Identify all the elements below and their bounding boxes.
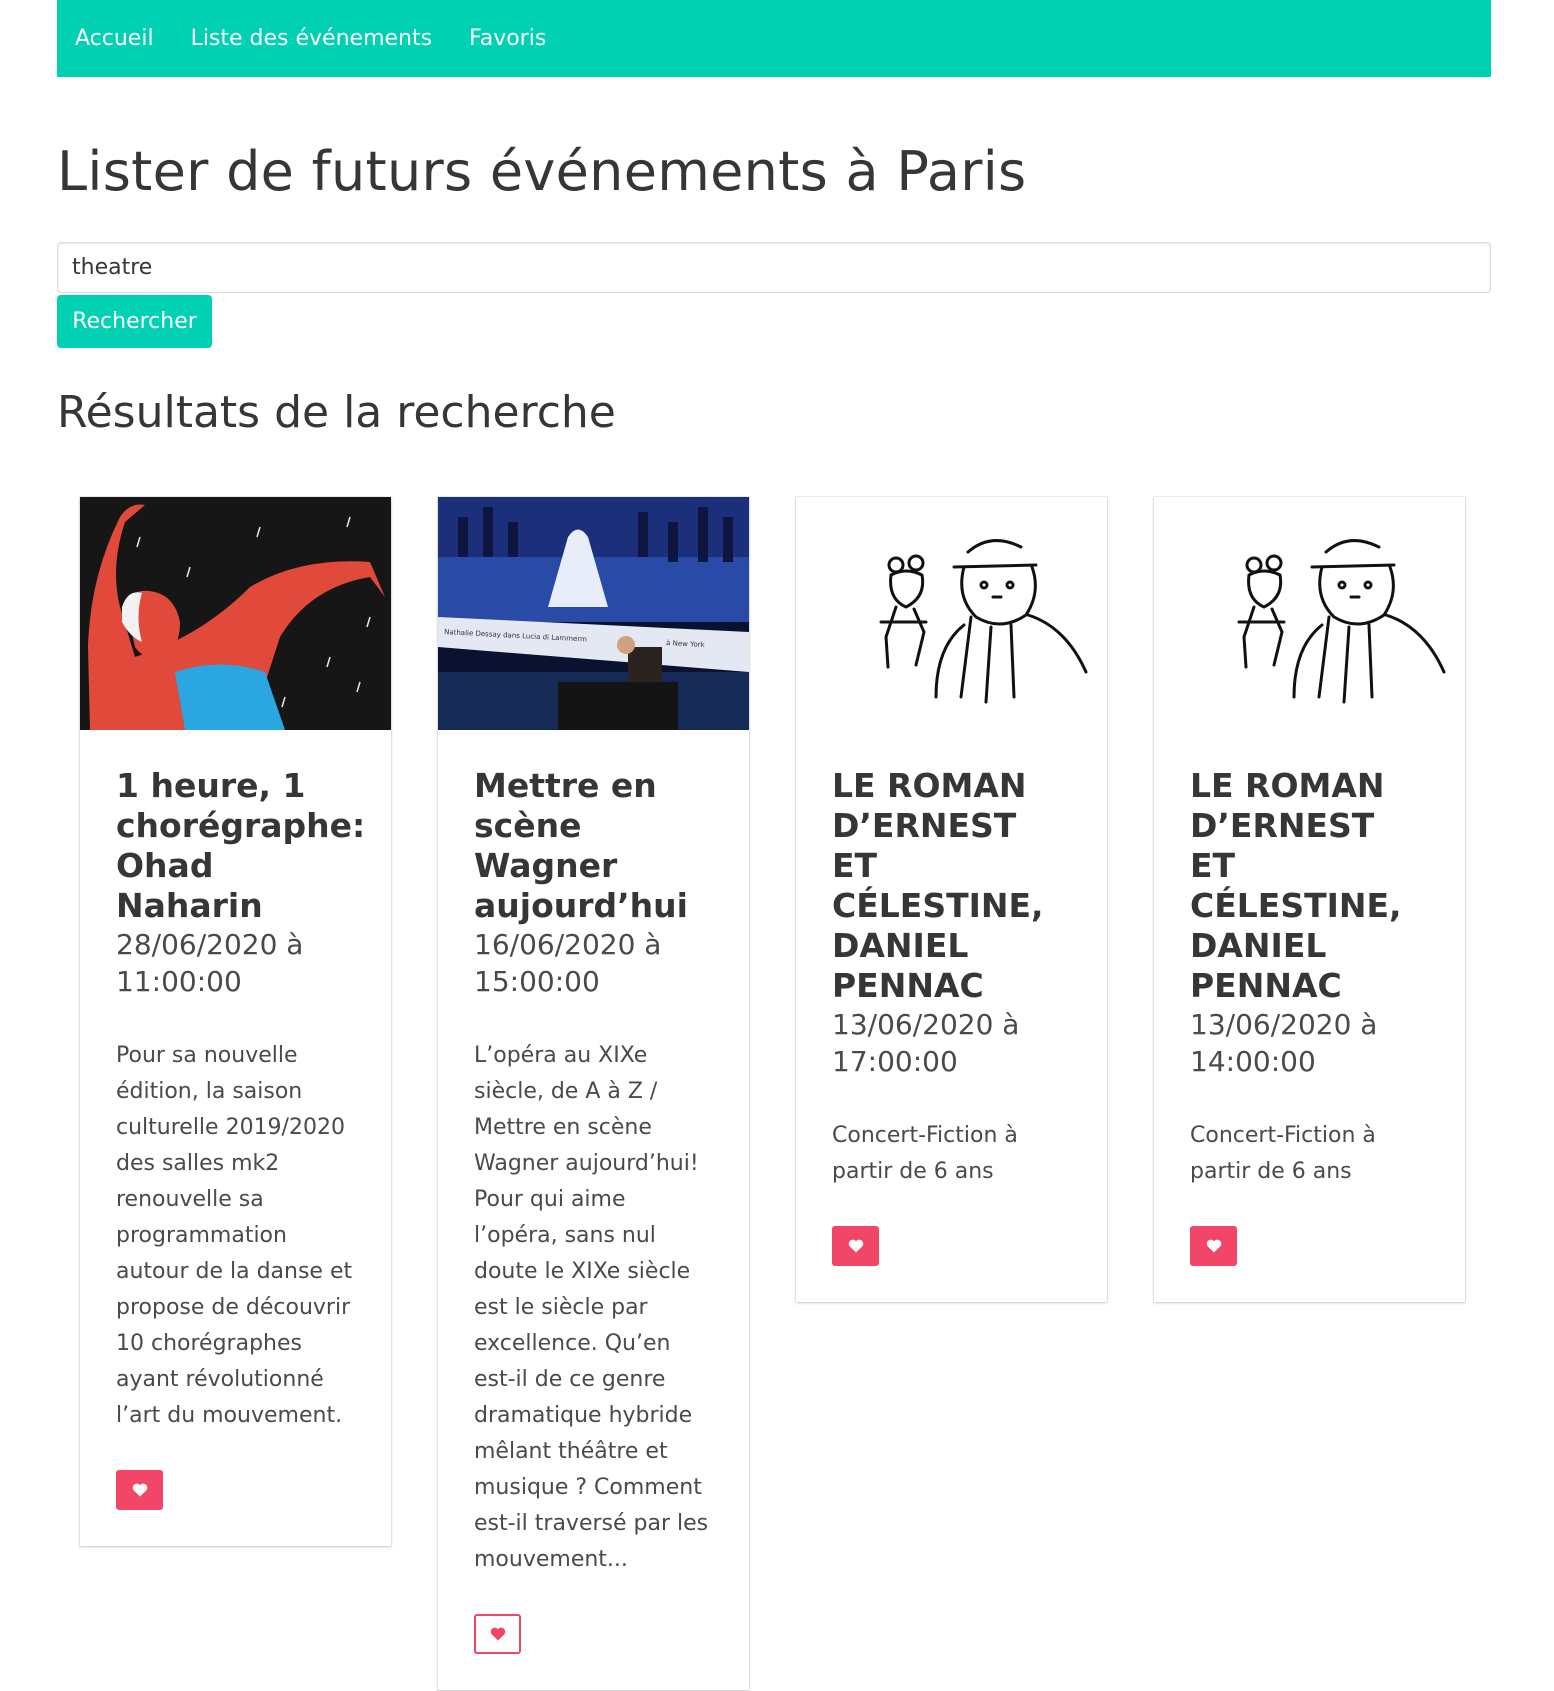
- heart-icon: [490, 1627, 505, 1641]
- card-description: Concert-Fiction à partir de 6 ans: [1190, 1123, 1376, 1184]
- ernest-celestine-sketch: [1154, 497, 1465, 730]
- card-title[interactable]: Mettre en scène Wagner aujourd’hui: [474, 766, 714, 926]
- card-body: LE ROMAN D’ERNEST ET CÉLESTINE, DANIEL P…: [796, 730, 1107, 1302]
- navbar: Accueil Liste des événements Favoris: [57, 0, 1491, 77]
- page-title: Lister de futurs événements à Paris: [57, 140, 1027, 203]
- heart-icon: [132, 1483, 147, 1497]
- event-card: LE ROMAN D’ERNEST ET CÉLESTINE, DANIEL P…: [796, 497, 1107, 1302]
- event-card: LE ROMAN D’ERNEST ET CÉLESTINE, DANIEL P…: [1154, 497, 1465, 1302]
- card-description: Concert-Fiction à partir de 6 ans: [832, 1123, 1018, 1184]
- card-date: 16/06/2020 à 15:00:00: [474, 928, 662, 998]
- ernest-celestine-sketch: [796, 497, 1107, 730]
- dancer-illustration: [80, 497, 391, 730]
- heart-icon: [1206, 1239, 1221, 1253]
- card-description: L’opéra au XIXe siècle, de A à Z / Mettr…: [474, 1043, 709, 1572]
- card-title[interactable]: LE ROMAN D’ERNEST ET CÉLESTINE, DANIEL P…: [832, 766, 1072, 1006]
- event-card: 1 heure, 1 chorégraphe: Ohad Naharin 28/…: [80, 497, 391, 1546]
- search-input[interactable]: [57, 242, 1491, 293]
- card-date: 13/06/2020 à 14:00:00: [1190, 1008, 1378, 1078]
- nav-item-favorites[interactable]: Favoris: [469, 26, 546, 51]
- event-card: Nathalie Dessay dans Lucia di Lammerm à …: [438, 497, 749, 1690]
- card-description: Pour sa nouvelle édition, la saison cult…: [116, 1043, 353, 1428]
- page-container: Accueil Liste des événements Favoris Lis…: [57, 0, 1491, 1690]
- opera-stage-photo: Nathalie Dessay dans Lucia di Lammerm à …: [438, 497, 749, 730]
- favorite-button[interactable]: [474, 1614, 521, 1654]
- results-title: Résultats de la recherche: [57, 387, 616, 438]
- card-date: 28/06/2020 à 11:00:00: [116, 928, 304, 998]
- favorite-button[interactable]: [116, 1470, 163, 1510]
- nav-item-events-list[interactable]: Liste des événements: [191, 26, 433, 51]
- search-button[interactable]: Rechercher: [57, 295, 212, 348]
- nav-item-home[interactable]: Accueil: [75, 26, 154, 51]
- favorite-button[interactable]: [832, 1226, 879, 1266]
- card-body: 1 heure, 1 chorégraphe: Ohad Naharin 28/…: [80, 730, 391, 1546]
- card-date: 13/06/2020 à 17:00:00: [832, 1008, 1020, 1078]
- card-body: LE ROMAN D’ERNEST ET CÉLESTINE, DANIEL P…: [1154, 730, 1465, 1302]
- heart-icon: [848, 1239, 863, 1253]
- card-body: Mettre en scène Wagner aujourd’hui 16/06…: [438, 730, 749, 1690]
- favorite-button[interactable]: [1190, 1226, 1237, 1266]
- card-title[interactable]: 1 heure, 1 chorégraphe: Ohad Naharin: [116, 766, 365, 926]
- card-title[interactable]: LE ROMAN D’ERNEST ET CÉLESTINE, DANIEL P…: [1190, 766, 1430, 1006]
